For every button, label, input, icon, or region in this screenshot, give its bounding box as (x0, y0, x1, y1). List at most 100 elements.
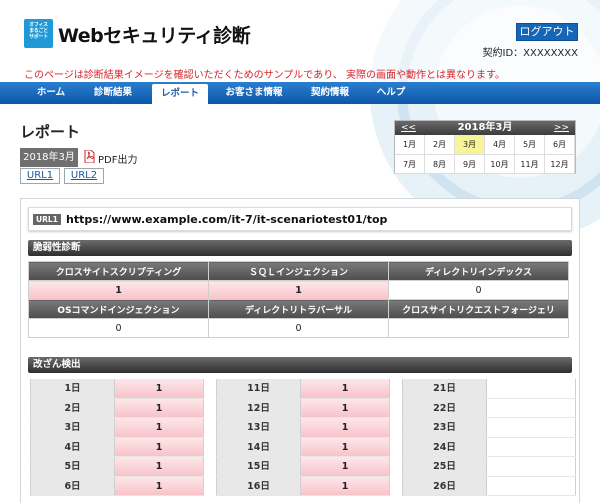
vuln-header-row: OSコマンドインジェクション ディレクトリトラバーサル クロスサイトリクエストフ… (28, 299, 569, 319)
tamper-section-header: 改ざん検出 (28, 357, 572, 373)
company-logo[interactable]: オフィス まるごと サポート (24, 19, 53, 48)
tamper-day-label: 25日 (402, 457, 487, 476)
nav-report[interactable]: レポート (152, 84, 208, 104)
tamper-day-row: 25日 (402, 457, 576, 477)
tamper-day-label: 13日 (216, 418, 301, 437)
url2-tab[interactable]: URL2 (64, 168, 104, 184)
tamper-day-value[interactable]: 1 (115, 418, 204, 437)
tamper-day-value[interactable]: 1 (301, 437, 390, 456)
tamper-day-row: 13日 1 (216, 418, 390, 438)
tamper-day-row: 21日 (402, 379, 576, 399)
contract-id: 契約ID：XXXXXXXX (482, 48, 578, 59)
calendar-month-6[interactable]: 6月 (545, 135, 575, 155)
vuln-header-xss: クロスサイトスクリプティング (28, 261, 209, 281)
calendar-prev-button[interactable]: << (401, 121, 416, 135)
vuln-value-dir-traversal: 0 (208, 318, 389, 338)
tamper-day-row: 22日 (402, 398, 576, 418)
pdf-export-link[interactable]: PDF出力 (98, 151, 137, 166)
vuln-header-row: クロスサイトスクリプティング ＳＱＬインジェクション ディレクトリインデックス (28, 261, 569, 281)
vuln-value-xss[interactable]: 1 (28, 280, 209, 300)
calendar-month-1[interactable]: 1月 (395, 135, 425, 155)
calendar-month-7[interactable]: 7月 (395, 154, 425, 174)
calendar-month-9[interactable]: 9月 (455, 154, 485, 174)
tamper-day-column: 11日 1 12日 1 13日 1 14日 1 15日 1 16日 1 (216, 379, 390, 496)
vuln-header-dir-index: ディレクトリインデックス (388, 261, 569, 281)
tamper-day-label: 26日 (402, 476, 487, 495)
calendar-month-4[interactable]: 4月 (485, 135, 515, 155)
vuln-header-sqli: ＳＱＬインジェクション (208, 261, 389, 281)
calendar-month-11[interactable]: 11月 (515, 154, 545, 174)
month-calendar: << 2018年3月 >> 1月 2月 3月 4月 5月 6月 7月 8月 9月 10月 11月 12… (394, 120, 576, 174)
nav-customer-info[interactable]: お客さま情報 (218, 82, 290, 104)
url-bar: URL1 https://www.example.com/it-7/it-sce… (28, 207, 572, 231)
tamper-day-label: 16日 (216, 476, 301, 495)
month-badge: 2018年3月 (20, 148, 78, 167)
tamper-day-column: 1日 1 2日 1 3日 1 4日 1 5日 1 6日 1 (30, 379, 204, 496)
tamper-day-label: 6日 (30, 476, 115, 495)
nav-results[interactable]: 診断結果 (82, 82, 144, 104)
logout-button[interactable]: ログアウト (516, 23, 578, 41)
tamper-day-column: 21日 22日 23日 24日 25日 26日 (402, 379, 576, 496)
calendar-month-10[interactable]: 10月 (485, 154, 515, 174)
tamper-day-row: 2日 1 (30, 398, 204, 418)
tamper-day-row: 6日 1 (30, 476, 204, 496)
sample-notice: このページは診断結果イメージを確認いただくためのサンプルであり、 実際の画面や動… (24, 70, 505, 81)
tamper-day-value[interactable]: 1 (301, 476, 390, 495)
pdf-icon[interactable] (84, 150, 95, 163)
tamper-day-label: 14日 (216, 437, 301, 456)
tamper-day-row: 3日 1 (30, 418, 204, 438)
vuln-header-os-command: OSコマンドインジェクション (28, 299, 209, 319)
tamper-day-row: 14日 1 (216, 437, 390, 457)
target-url: https://www.example.com/it-7/it-scenario… (66, 213, 388, 226)
vuln-header-csrf: クロスサイトリクエストフォージェリ (388, 299, 569, 319)
tamper-day-value[interactable]: 1 (115, 379, 204, 398)
calendar-month-3[interactable]: 3月 (455, 135, 485, 155)
vuln-value-sqli[interactable]: 1 (208, 280, 389, 300)
calendar-month-5[interactable]: 5月 (515, 135, 545, 155)
tamper-day-row: 23日 (402, 418, 576, 438)
tamper-day-label: 12日 (216, 398, 301, 417)
tamper-day-row: 4日 1 (30, 437, 204, 457)
tamper-day-value[interactable]: 1 (115, 457, 204, 476)
site-title: Webセキュリティ診断 (58, 25, 251, 47)
tamper-day-row: 12日 1 (216, 398, 390, 418)
tamper-day-value[interactable]: 1 (301, 418, 390, 437)
tamper-day-value[interactable]: 1 (301, 457, 390, 476)
page: オフィス まるごと サポート Webセキュリティ診断 ログアウト 契約ID：XX… (0, 0, 600, 503)
tamper-day-value[interactable]: 1 (301, 379, 390, 398)
nav-home[interactable]: ホーム (22, 82, 80, 104)
tamper-day-label: 23日 (402, 418, 487, 437)
vuln-header-dir-traversal: ディレクトリトラバーサル (208, 299, 389, 319)
tamper-day-label: 2日 (30, 398, 115, 417)
tamper-day-label: 15日 (216, 457, 301, 476)
tamper-day-label: 5日 (30, 457, 115, 476)
tamper-day-row: 15日 1 (216, 457, 390, 477)
vuln-value-dir-index: 0 (388, 280, 569, 300)
tamper-day-value[interactable]: 1 (301, 398, 390, 417)
tamper-day-label: 22日 (402, 398, 487, 417)
logo-line-3: サポート (29, 34, 48, 40)
nav-contract-info[interactable]: 契約情報 (300, 82, 360, 104)
calendar-next-button[interactable]: >> (554, 121, 569, 135)
nav-help[interactable]: ヘルプ (366, 82, 416, 104)
tamper-day-label: 21日 (402, 379, 487, 398)
tamper-day-value (487, 476, 576, 495)
vuln-section-header: 脆弱性診断 (28, 240, 572, 256)
vuln-value-row: 0 0 (28, 318, 569, 338)
tamper-day-value[interactable]: 1 (115, 476, 204, 495)
tamper-day-row: 11日 1 (216, 379, 390, 399)
tamper-day-row: 16日 1 (216, 476, 390, 496)
calendar-month-2[interactable]: 2月 (425, 135, 455, 155)
url1-tab[interactable]: URL1 (20, 168, 60, 184)
calendar-month-12[interactable]: 12月 (545, 154, 575, 174)
tamper-day-value (487, 437, 576, 456)
tamper-day-row: 5日 1 (30, 457, 204, 477)
tamper-day-value (487, 398, 576, 417)
tamper-day-value[interactable]: 1 (115, 398, 204, 417)
tamper-day-row: 24日 (402, 437, 576, 457)
main-nav: ホーム 診断結果 レポート お客さま情報 契約情報 ヘルプ (0, 82, 600, 104)
page-title: レポート (20, 123, 81, 141)
tamper-day-value[interactable]: 1 (115, 437, 204, 456)
calendar-month-8[interactable]: 8月 (425, 154, 455, 174)
tamper-day-row: 1日 1 (30, 379, 204, 399)
